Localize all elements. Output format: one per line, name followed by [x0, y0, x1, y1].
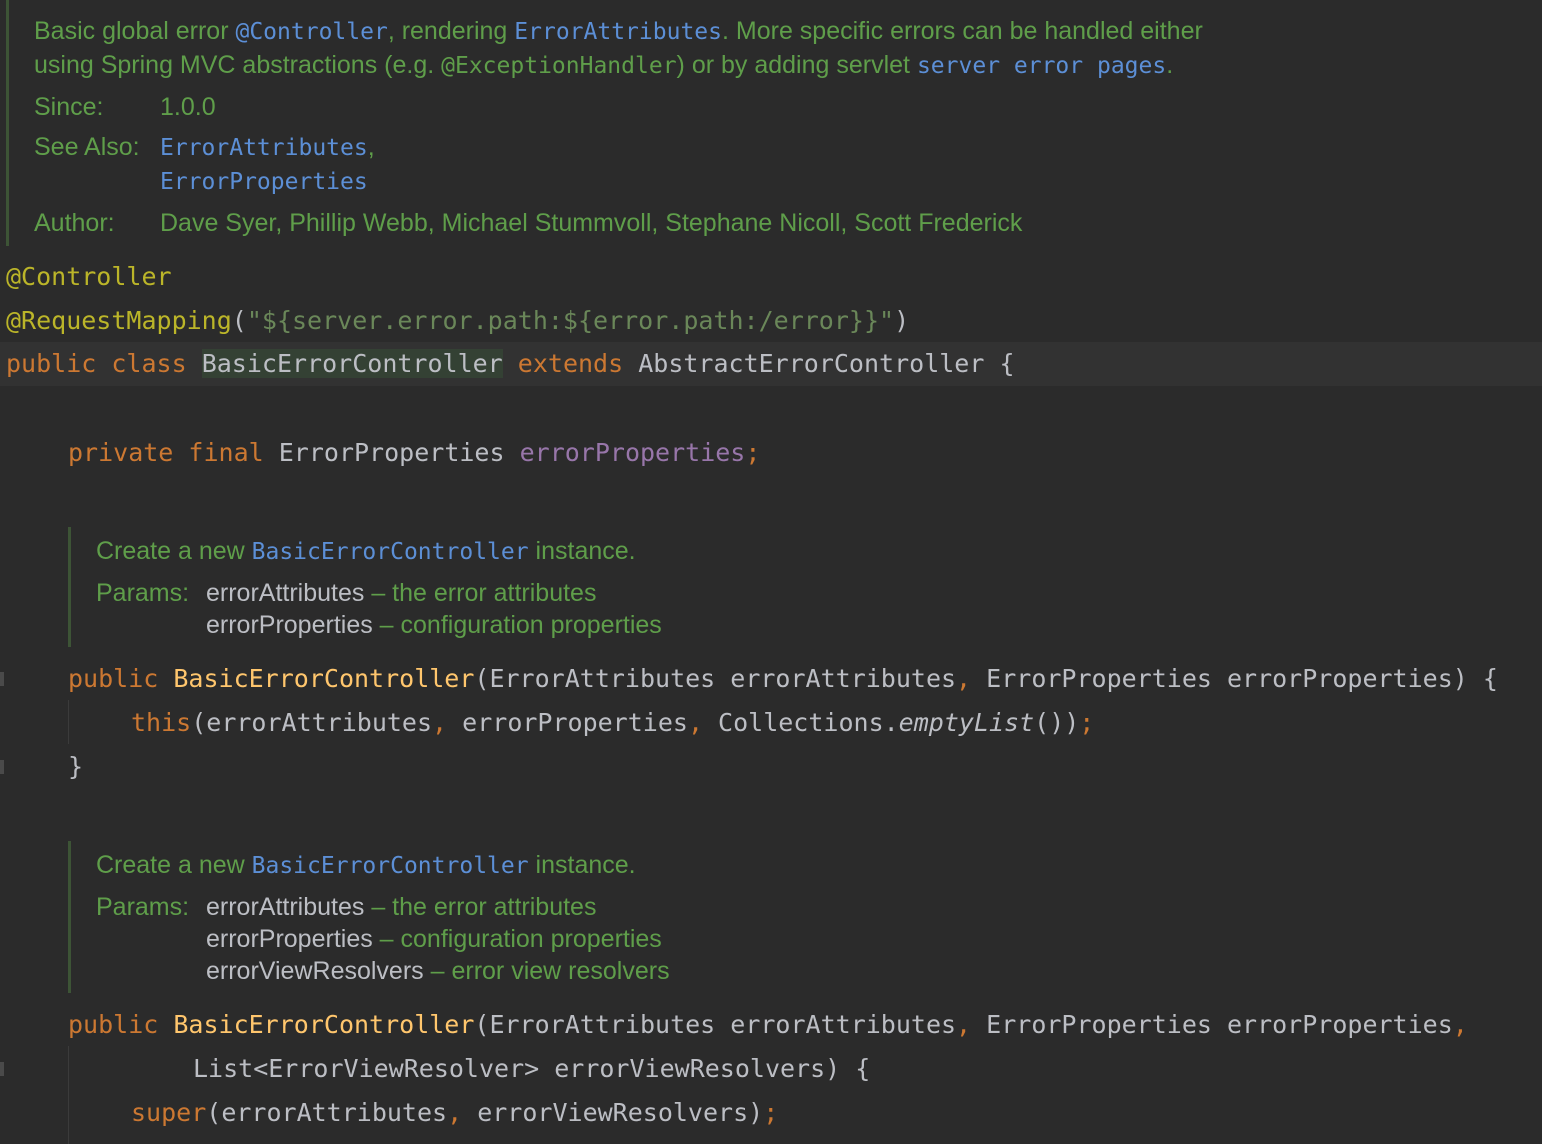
see-also-error-attributes-link[interactable]: ErrorAttributes — [160, 135, 368, 161]
doc-comment-bar — [6, 0, 9, 246]
constructor-1-signature[interactable]: public BasicErrorController(ErrorAttribu… — [68, 659, 1498, 699]
constructor-2-signature[interactable]: public BasicErrorController(ErrorAttribu… — [68, 1005, 1468, 1045]
doc-comment-bar — [68, 841, 71, 993]
constructor-2-signature-cont[interactable]: List<ErrorViewResolver> errorViewResolve… — [193, 1049, 870, 1089]
indent-guide — [68, 700, 69, 744]
ctor2-param-3: errorViewResolvers – error view resolver… — [206, 957, 670, 985]
indent-guide — [68, 1046, 69, 1144]
parent-class-name[interactable]: AbstractErrorController — [638, 349, 984, 378]
constructor-2-body[interactable]: super(errorAttributes, errorViewResolver… — [131, 1093, 778, 1133]
controller-link[interactable]: @Controller — [235, 19, 387, 45]
class-declaration[interactable]: public class BasicErrorController extend… — [6, 344, 1015, 384]
author-value: Dave Syer, Phillip Webb, Michael Stummvo… — [160, 209, 1023, 237]
ctor1-doc-line-1: Create a new BasicErrorController instan… — [96, 537, 636, 565]
request-mapping-annotation[interactable]: @RequestMapping("${server.error.path:${e… — [6, 301, 909, 341]
author-label: Author: — [34, 209, 115, 237]
ctor1-param-1: errorAttributes – the error attributes — [206, 579, 597, 607]
doc-comment-bar — [68, 527, 71, 647]
since-value: 1.0.0 — [160, 93, 216, 121]
class-name[interactable]: BasicErrorController — [201, 349, 503, 378]
fold-marker[interactable] — [0, 1062, 4, 1076]
see-also-item-2: ErrorProperties — [160, 164, 368, 199]
constructor-1-close-brace[interactable]: } — [68, 747, 83, 787]
fold-marker[interactable] — [0, 760, 4, 774]
ctor2-class-link[interactable]: BasicErrorController — [252, 853, 529, 879]
since-label: Since: — [34, 93, 104, 121]
class-doc-line-2: using Spring MVC abstractions (e.g. @Exc… — [34, 51, 1174, 79]
ctor1-class-link[interactable]: BasicErrorController — [252, 539, 529, 565]
error-attributes-link[interactable]: ErrorAttributes — [514, 19, 722, 45]
server-error-pages-link[interactable]: server error pages — [917, 53, 1166, 79]
constructor-1-body[interactable]: this(errorAttributes, errorProperties, C… — [131, 703, 1094, 743]
see-also-label: See Also: — [34, 133, 140, 161]
ctor2-param-1: errorAttributes – the error attributes — [206, 893, 597, 921]
see-also-error-properties-link[interactable]: ErrorProperties — [160, 169, 368, 195]
field-declaration[interactable]: private final ErrorProperties errorPrope… — [68, 433, 760, 473]
ctor2-param-2: errorProperties – configuration properti… — [206, 925, 662, 953]
ctor1-param-2: errorProperties – configuration properti… — [206, 611, 662, 639]
class-doc-line-1: Basic global error @Controller, renderin… — [34, 17, 1203, 45]
controller-annotation[interactable]: @Controller — [6, 257, 172, 297]
ctor2-doc-line-1: Create a new BasicErrorController instan… — [96, 851, 636, 879]
ctor2-params-label: Params: — [96, 893, 190, 921]
fold-marker[interactable] — [0, 672, 4, 686]
see-also-item-1: ErrorAttributes, — [160, 133, 375, 161]
ctor1-params-label: Params: — [96, 579, 190, 607]
